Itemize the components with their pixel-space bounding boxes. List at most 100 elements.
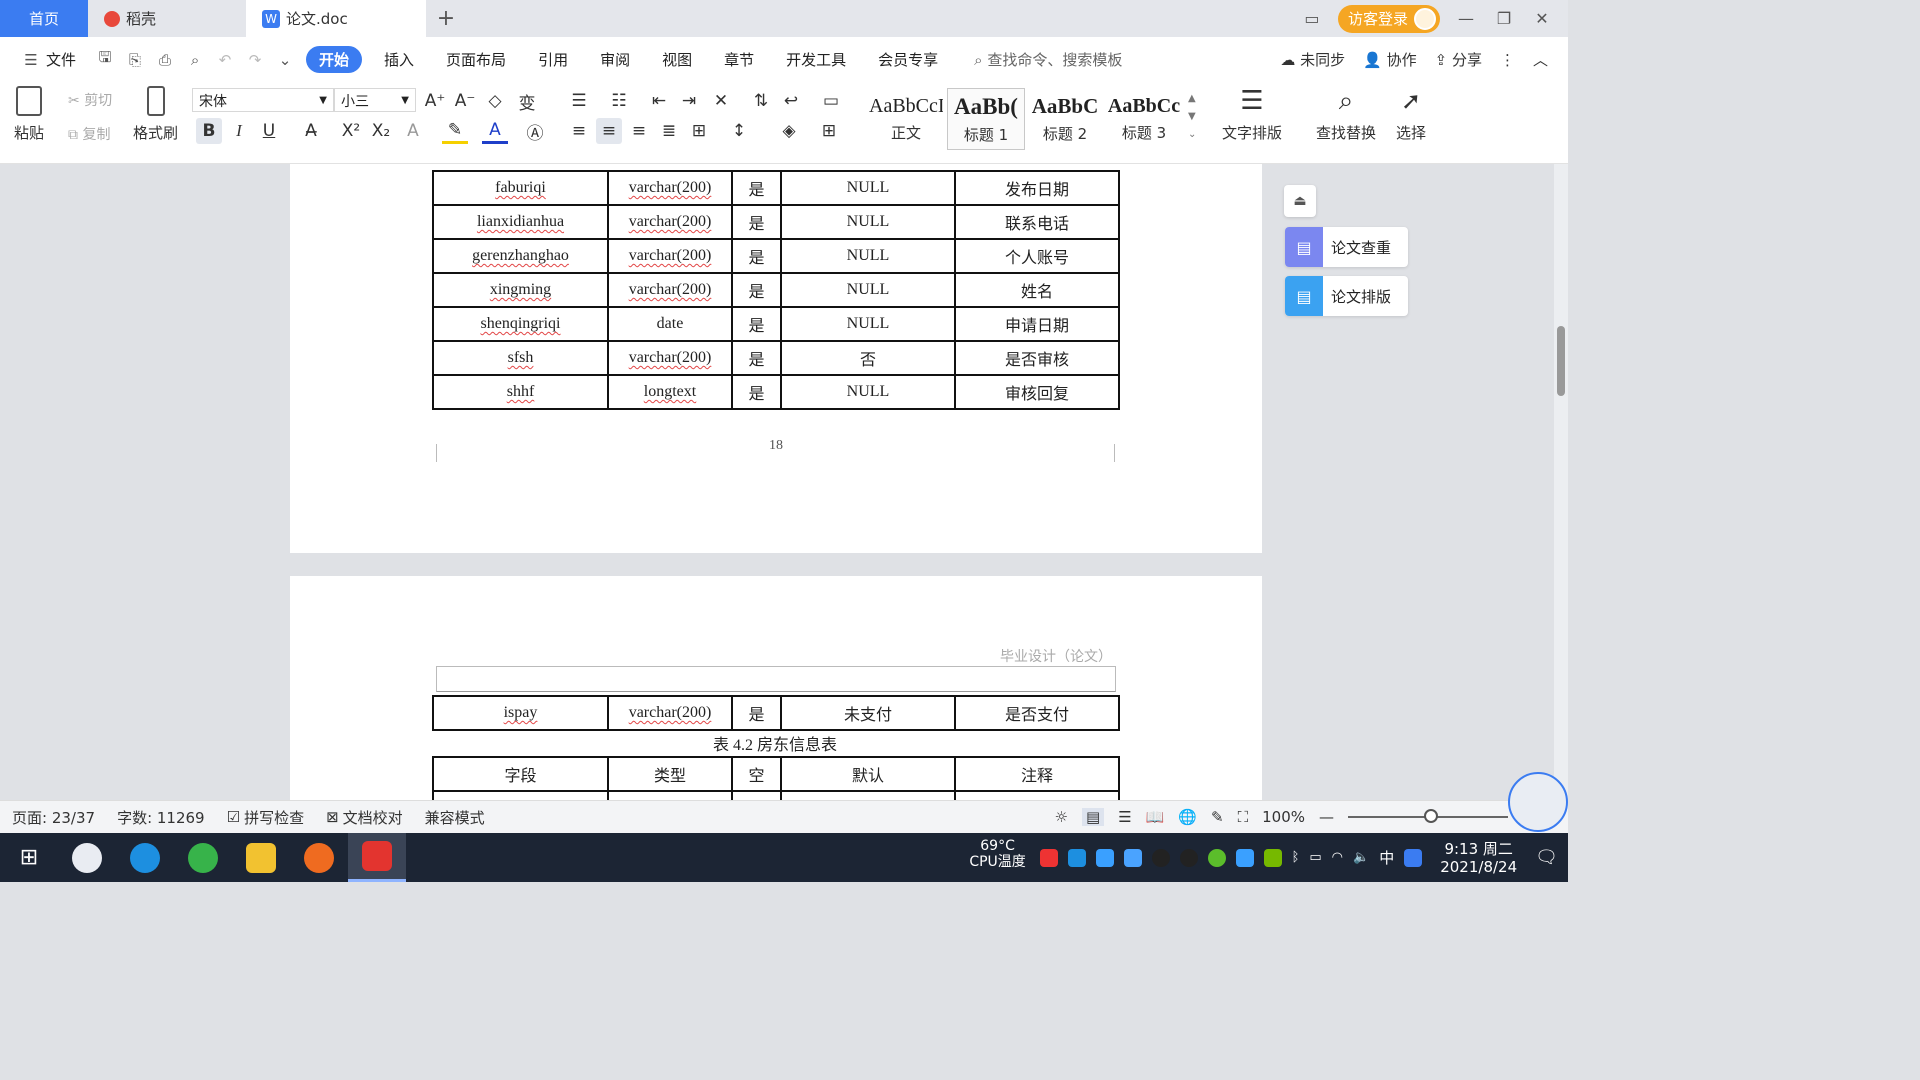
- tab-home[interactable]: 首页: [0, 0, 88, 37]
- reading-view-icon[interactable]: 📖: [1146, 808, 1165, 826]
- find-replace-button[interactable]: ⌕ 查找替换: [1316, 86, 1376, 143]
- tray-app-icon[interactable]: [1235, 848, 1254, 867]
- menu-view[interactable]: 视图: [646, 49, 708, 70]
- taskbar-app[interactable]: [116, 833, 174, 882]
- font-size-select[interactable]: 小三 ▼: [334, 88, 416, 112]
- line-spacing-icon[interactable]: ↕: [726, 118, 752, 144]
- zoom-slider[interactable]: [1348, 809, 1508, 823]
- font-color-icon[interactable]: A: [482, 118, 508, 144]
- highlight-icon[interactable]: ✎: [442, 118, 468, 144]
- bold-icon[interactable]: B: [196, 118, 222, 144]
- chinese-layout-icon[interactable]: ✕: [708, 88, 734, 114]
- style-heading-3[interactable]: AaBbCc 标题 3: [1105, 88, 1183, 150]
- justify-icon[interactable]: ≣: [656, 118, 682, 144]
- bullets-icon[interactable]: ☰: [566, 88, 592, 114]
- decrease-indent-icon[interactable]: ⇤: [646, 88, 672, 114]
- shrink-font-icon[interactable]: A⁻: [452, 88, 478, 114]
- wifi-icon[interactable]: ◠: [1332, 850, 1343, 865]
- format-painter-button[interactable]: 格式刷: [133, 86, 178, 143]
- align-left-icon[interactable]: ≡: [566, 118, 592, 144]
- tray-green-icon[interactable]: [1207, 848, 1226, 867]
- text-effect-icon[interactable]: A: [400, 118, 426, 144]
- assistant-float-ball[interactable]: [1508, 772, 1568, 832]
- styles-scroll-icon[interactable]: ▲ ▼ ⌄: [1188, 90, 1196, 144]
- align-right-icon[interactable]: ≡: [626, 118, 652, 144]
- tray-blue-icon[interactable]: [1067, 848, 1086, 867]
- collab-button[interactable]: 👤 协作: [1363, 49, 1416, 70]
- redo-icon[interactable]: ↷: [245, 50, 265, 70]
- nvidia-icon[interactable]: [1263, 848, 1282, 867]
- show-marks-icon[interactable]: ↩: [778, 88, 804, 114]
- notification-icon[interactable]: 🗨: [1535, 847, 1558, 868]
- grow-font-icon[interactable]: A⁺: [422, 88, 448, 114]
- strikethrough-icon[interactable]: A̶: [298, 118, 324, 144]
- font-name-select[interactable]: 宋体 ▼: [192, 88, 334, 112]
- file-menu[interactable]: 文件: [46, 49, 76, 70]
- print-preview-icon[interactable]: ⌕: [185, 50, 205, 70]
- scrollbar-thumb[interactable]: [1557, 326, 1565, 396]
- shading-icon[interactable]: ◈: [776, 118, 802, 144]
- search-app-icon[interactable]: [1404, 848, 1423, 867]
- word-count[interactable]: 字数: 11269: [117, 807, 205, 828]
- tray-red-icon[interactable]: [1039, 848, 1058, 867]
- bluetooth-icon[interactable]: ᛒ: [1292, 850, 1300, 865]
- collapse-ribbon-icon[interactable]: ︿: [1533, 49, 1548, 70]
- select-button[interactable]: ➚ 选择: [1396, 86, 1426, 143]
- cpu-temperature[interactable]: 69°C CPU温度: [966, 838, 1030, 878]
- qq-icon[interactable]: [1151, 848, 1170, 867]
- taskbar-app[interactable]: [232, 833, 290, 882]
- taskbar-app[interactable]: [174, 833, 232, 882]
- shield-icon[interactable]: [1123, 848, 1142, 867]
- tab-document[interactable]: W 论文.doc: [246, 0, 426, 37]
- spell-check-button[interactable]: ☑ 拼写检查: [227, 807, 304, 828]
- login-button[interactable]: 访客登录: [1337, 4, 1440, 33]
- menu-insert[interactable]: 插入: [368, 49, 430, 70]
- cut-button[interactable]: ✂ 剪切: [68, 90, 112, 110]
- pen-icon[interactable]: ✎: [1211, 808, 1224, 826]
- italic-icon[interactable]: I: [226, 118, 252, 144]
- zoom-level[interactable]: 100%: [1262, 808, 1305, 826]
- sync-status[interactable]: ☁ 未同步: [1280, 49, 1345, 70]
- numbering-icon[interactable]: ☷: [606, 88, 632, 114]
- fit-page-icon[interactable]: ⛶: [1238, 808, 1249, 826]
- vertical-scrollbar[interactable]: [1554, 164, 1568, 800]
- menu-member[interactable]: 会员专享: [862, 49, 954, 70]
- side-panel-collapse-button[interactable]: ⏏: [1284, 185, 1316, 217]
- hamburger-icon[interactable]: ☰: [21, 50, 41, 70]
- more-icon[interactable]: ⋮: [1500, 51, 1515, 69]
- paper-check-button[interactable]: ▤ 论文查重: [1285, 227, 1408, 267]
- menu-home[interactable]: 开始: [306, 46, 363, 73]
- distribute-icon[interactable]: ⊞: [686, 118, 712, 144]
- undo-icon[interactable]: ↶: [215, 50, 235, 70]
- superscript-icon[interactable]: X²: [338, 118, 364, 144]
- borders-icon[interactable]: ⊞: [816, 118, 842, 144]
- web-view-icon[interactable]: 🌐: [1178, 808, 1197, 826]
- text-layout-button[interactable]: ☰ 文字排版: [1222, 86, 1282, 143]
- clear-format-icon[interactable]: ◇: [482, 88, 508, 114]
- restore-icon[interactable]: ❐: [1492, 9, 1516, 28]
- style-normal[interactable]: AaBbCcI 正文: [867, 88, 945, 150]
- subscript-icon[interactable]: X₂: [368, 118, 394, 144]
- tab-wps[interactable]: 稻壳: [88, 0, 246, 37]
- taskbar-app[interactable]: [290, 833, 348, 882]
- volume-icon[interactable]: 🔈: [1353, 850, 1369, 865]
- share-button[interactable]: ⇪ 分享: [1435, 49, 1482, 70]
- clock[interactable]: 9:13 周二 2021/8/24: [1440, 840, 1517, 876]
- page-view-icon[interactable]: ▤: [1082, 808, 1105, 826]
- taskbar-app[interactable]: [58, 833, 116, 882]
- proofread-button[interactable]: ⊠ 文档校对: [326, 807, 403, 828]
- copy-button[interactable]: ⧉ 复制: [68, 124, 110, 144]
- tray-network-icon[interactable]: [1095, 848, 1114, 867]
- menu-page-layout[interactable]: 页面布局: [430, 49, 522, 70]
- paste-button[interactable]: 粘贴: [14, 86, 44, 143]
- taskbar-app-wps[interactable]: [348, 833, 406, 882]
- battery-icon[interactable]: ▭: [1309, 850, 1321, 865]
- phonetic-icon[interactable]: 变: [514, 88, 540, 114]
- close-icon[interactable]: ✕: [1530, 9, 1554, 28]
- menu-review[interactable]: 审阅: [584, 49, 646, 70]
- menu-chapter[interactable]: 章节: [708, 49, 770, 70]
- save-icon[interactable]: 🖫: [95, 48, 115, 70]
- ruler-icon[interactable]: ▭: [818, 88, 844, 114]
- style-heading-1[interactable]: AaBb( 标题 1: [947, 88, 1025, 150]
- outline-view-icon[interactable]: ☰: [1118, 808, 1131, 826]
